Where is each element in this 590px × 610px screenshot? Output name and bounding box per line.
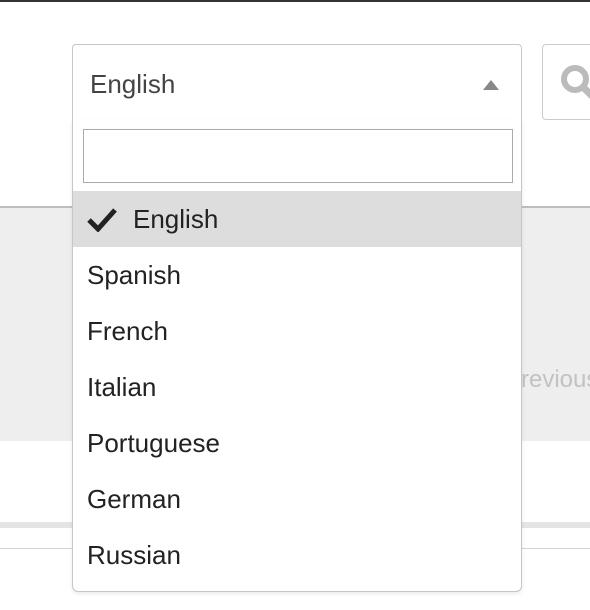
search-icon bbox=[561, 65, 590, 99]
option-label: Portuguese bbox=[87, 428, 220, 458]
option-german[interactable]: German bbox=[73, 471, 521, 527]
language-options-list: English Spanish French Italian Portugues… bbox=[73, 191, 521, 583]
check-icon bbox=[87, 191, 119, 247]
language-search-input[interactable] bbox=[83, 129, 513, 183]
option-spanish[interactable]: Spanish bbox=[73, 247, 521, 303]
option-label: Russian bbox=[87, 540, 181, 570]
language-dropdown: English Spanish French Italian Portugues… bbox=[72, 119, 522, 592]
option-french[interactable]: French bbox=[73, 303, 521, 359]
option-russian[interactable]: Russian bbox=[73, 527, 521, 583]
option-english[interactable]: English bbox=[73, 191, 521, 247]
language-select-value: English bbox=[90, 69, 176, 99]
language-select[interactable]: English bbox=[72, 44, 522, 120]
search-button[interactable] bbox=[542, 44, 590, 120]
top-border bbox=[0, 0, 590, 2]
option-label: English bbox=[133, 204, 219, 234]
option-label: German bbox=[87, 484, 181, 514]
option-label: French bbox=[87, 316, 168, 346]
option-label: Spanish bbox=[87, 260, 181, 290]
option-italian[interactable]: Italian bbox=[73, 359, 521, 415]
option-portuguese[interactable]: Portuguese bbox=[73, 415, 521, 471]
option-label: Italian bbox=[87, 372, 157, 402]
caret-up-icon bbox=[483, 80, 499, 90]
